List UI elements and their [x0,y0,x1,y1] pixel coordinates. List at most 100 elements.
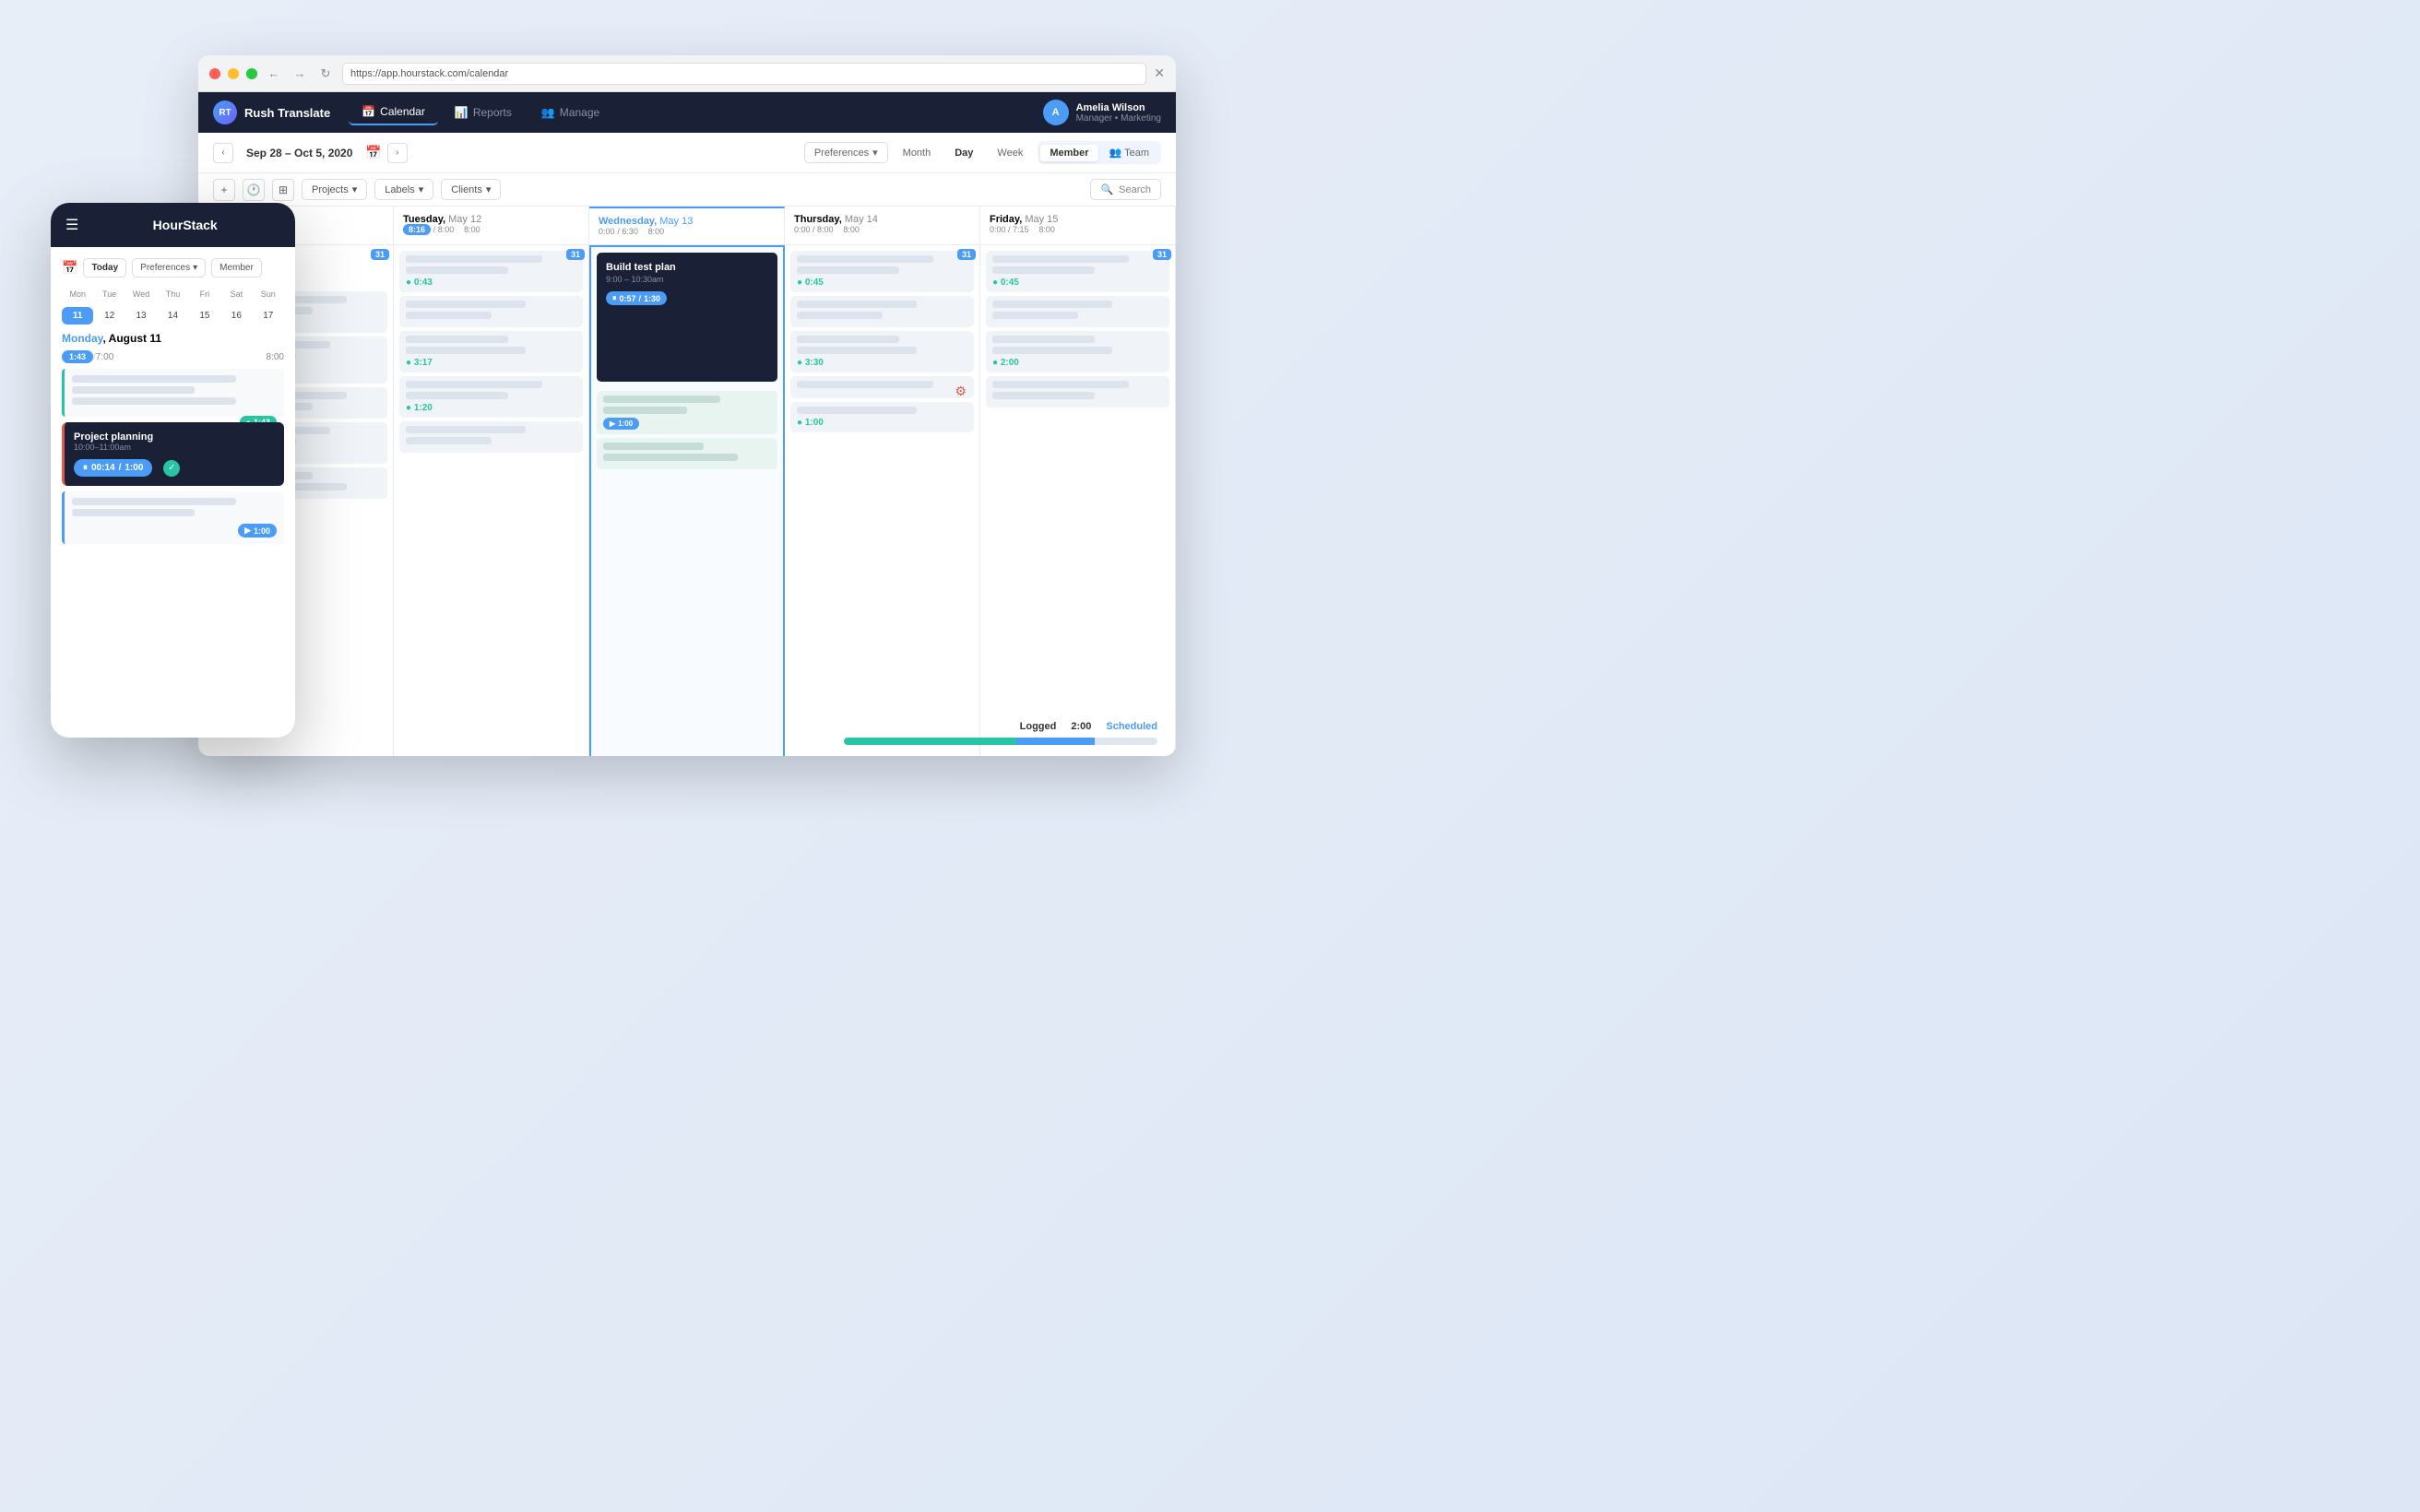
clients-filter-button[interactable]: Clients ▾ [441,179,501,200]
browser-close-icon[interactable]: ✕ [1154,65,1165,81]
user-avatar: A [1043,100,1069,125]
mobile-today-button[interactable]: Today [83,258,126,278]
day-12[interactable]: 12 [93,307,125,325]
manage-icon: 👥 [541,106,555,119]
fri-event-4[interactable] [986,376,1169,408]
tue-time-3: ● 3:17 [406,358,433,368]
calendar-icon-small[interactable]: 📅 [365,145,381,160]
thursday-badge: 31 [957,249,976,260]
day-name-fri: Friday, May 15 [990,214,1166,225]
progress-fill-scheduled [1016,738,1095,745]
build-test-plan-event[interactable]: Build test plan 9:00 – 10:30am ⏸ 0:57 / … [597,253,777,382]
day-16[interactable]: 16 [220,307,252,325]
tue-event-5[interactable] [399,421,583,453]
day-name-wed: Wednesday, May 13 [599,216,775,227]
max-btn[interactable] [246,68,257,79]
time-value: 2:00 [1071,721,1091,732]
fri-event-3[interactable]: ● 2:00 [986,331,1169,372]
close-btn[interactable] [209,68,220,79]
add-event-button[interactable]: + [213,179,235,201]
wd-fri: Fri [189,287,220,301]
day-time-wed: 0:00 / 6:30 8:00 [599,227,775,237]
warning-icon: ⚙ [955,384,967,399]
thu-event-5[interactable]: ● 1:00 [790,402,974,432]
logo-circle: RT [213,100,237,124]
thu-time-5: ● 1:00 [797,418,824,428]
action-bar: + 🕐 ⊞ Projects ▾ Labels ▾ Clients ▾ 🔍 Se… [198,173,1176,207]
mobile-project-event[interactable]: Project planning 10:00–11:00am ⏸ 00:14 /… [62,422,284,486]
day-name-thu: Thursday, May 14 [794,214,970,225]
day-header-wed: Wednesday, May 13 0:00 / 6:30 8:00 [589,207,785,244]
play-icon: ▶ [610,419,615,428]
member-toggle-button[interactable]: Member [1040,145,1097,161]
team-icon: 👥 [1109,148,1122,159]
calendar-grid-wrapper: Monday, May 11 Tuesday, May 12 8:16 / 8:… [198,207,1176,756]
user-name: Amelia Wilson [1076,102,1161,113]
mobile-event-line-1 [72,375,236,383]
refresh-arrow[interactable]: ↻ [316,65,335,83]
cal-col-friday: 31 ● 0:45 ● 2:00 [980,245,1176,756]
mobile-8-label: 8:00 [267,352,284,362]
browser-window: ← → ↻ https://app.hourstack.com/calendar… [198,55,1176,756]
tue-event-3[interactable]: ● 3:17 [399,331,583,372]
tue-event-1[interactable]: ● 0:43 [399,251,583,292]
logged-label: Logged [1020,721,1057,732]
day-view-button[interactable]: Day [945,144,982,162]
calendar-body: 31 ● 0:29 ⚙ [198,245,1176,756]
mobile-weekday-labels: Mon Tue Wed Thu Fri Sat Sun [62,287,284,301]
nav-tabs: 📅 Calendar 📊 Reports 👥 Manage [349,100,1042,125]
thu-event-1[interactable]: ● 0:45 [790,251,974,292]
url-bar[interactable]: https://app.hourstack.com/calendar [342,63,1146,85]
min-btn[interactable] [228,68,239,79]
week-view-button[interactable]: Week [988,144,1032,162]
mobile-preferences-button[interactable]: Preferences ▾ [132,258,206,278]
next-period-button[interactable]: › [387,143,408,163]
search-icon: 🔍 [1100,183,1113,195]
projects-filter-button[interactable]: Projects ▾ [302,179,367,200]
day-11[interactable]: 11 [62,307,93,325]
day-13[interactable]: 13 [125,307,157,325]
fri-event-1[interactable]: ● 0:45 [986,251,1169,292]
app-header: RT Rush Translate 📅 Calendar 📊 Reports 👥… [198,92,1176,133]
thu-event-4[interactable]: ⚙ [790,376,974,398]
grid-button[interactable]: ⊞ [272,179,294,201]
day-14[interactable]: 14 [157,307,188,325]
day-header-tue: Tuesday, May 12 8:16 / 8:00 8:00 [394,207,589,244]
tue-event-4[interactable]: ● 1:20 [399,376,583,418]
day-15[interactable]: 15 [189,307,220,325]
labels-filter-button[interactable]: Labels ▾ [374,179,433,200]
hamburger-icon[interactable]: ☰ [65,216,78,234]
wed-event-3[interactable] [597,438,777,469]
fri-event-2[interactable] [986,296,1169,327]
calendar-icon: 📅 [362,105,375,118]
mobile-check-button[interactable]: ✓ [163,460,180,477]
preferences-button[interactable]: Preferences ▾ [804,142,888,163]
mobile-card: ☰ HourStack 📅 Today Preferences ▾ Member… [51,203,295,738]
mobile-member-button[interactable]: Member [211,258,262,278]
mobile-body: 📅 Today Preferences ▾ Member Mon Tue Wed… [51,247,295,561]
mobile-event-3[interactable]: ▶ 1:00 [62,491,284,544]
thu-time-3: ● 3:30 [797,358,824,368]
mobile-project-badge: ⏸ 00:14 / 1:00 [74,459,152,477]
back-arrow[interactable]: ← [265,65,283,83]
cal-col-tuesday: 31 ● 0:43 ● 3:17 [394,245,589,756]
wed-event-2[interactable]: ▶ 1:00 [597,391,777,434]
cal-col-wednesday: Build test plan 9:00 – 10:30am ⏸ 0:57 / … [589,245,785,756]
scheduled-label: Scheduled [1106,721,1157,732]
day-time-thu: 0:00 / 8:00 8:00 [794,225,970,235]
prev-period-button[interactable]: ‹ [213,143,233,163]
mobile-project-time: 10:00–11:00am [74,443,275,452]
nav-tab-calendar[interactable]: 📅 Calendar [349,100,438,125]
nav-tab-reports[interactable]: 📊 Reports [442,100,525,124]
day-17[interactable]: 17 [253,307,284,325]
team-toggle-button[interactable]: 👥 Team [1100,144,1158,161]
nav-tab-manage[interactable]: 👥 Manage [528,100,612,124]
mobile-event-1[interactable]: ● 1:43 [62,369,284,417]
tue-event-2[interactable] [399,296,583,327]
clock-button[interactable]: 🕐 [243,179,265,201]
forward-arrow[interactable]: → [291,65,309,83]
search-bar[interactable]: 🔍 Search [1090,179,1161,200]
thu-event-3[interactable]: ● 3:30 [790,331,974,372]
thu-event-2[interactable] [790,296,974,327]
month-view-button[interactable]: Month [894,144,941,162]
